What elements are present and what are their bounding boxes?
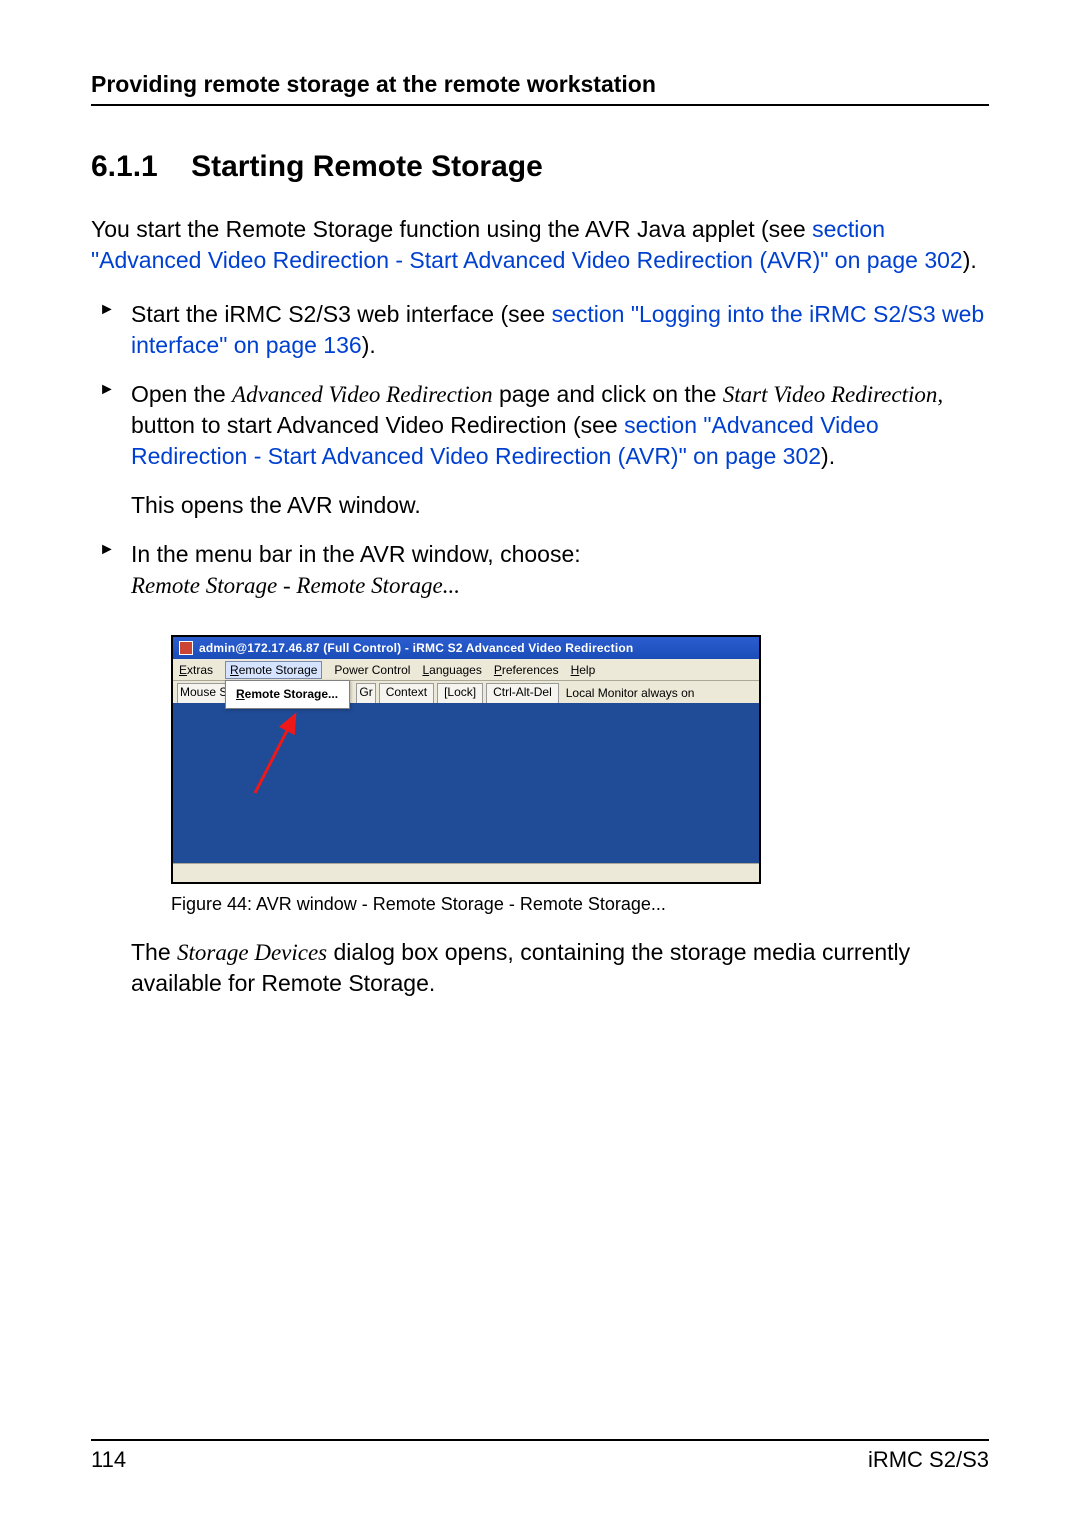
step-1: Start the iRMC S2/S3 web interface (see …: [91, 299, 989, 361]
btn-mouse-sync[interactable]: Mouse S: [177, 683, 230, 704]
btn-context[interactable]: Context: [379, 683, 434, 704]
avr-window-screenshot: admin@172.17.46.87 (Full Control) - iRMC…: [171, 635, 761, 884]
doc-identifier: iRMC S2/S3: [868, 1447, 989, 1473]
menu-remote-storage[interactable]: Remote Storage: [225, 661, 322, 679]
step2-text-3: button to start Advanced Video Redirecti…: [131, 412, 624, 438]
avr-status-bar: [173, 863, 759, 882]
menu-extras[interactable]: Extras: [179, 662, 213, 678]
step2-italic-1: Advanced Video Redirection: [232, 382, 493, 407]
step2-result: This opens the AVR window.: [131, 490, 989, 521]
avr-title-text: admin@172.17.46.87 (Full Control) - iRMC…: [199, 640, 633, 656]
page-footer: 114 iRMC S2/S3: [91, 1439, 989, 1473]
section-number: 6.1.1: [91, 150, 158, 183]
intro-paragraph: You start the Remote Storage function us…: [91, 214, 989, 276]
avr-titlebar: admin@172.17.46.87 (Full Control) - iRMC…: [173, 637, 759, 659]
step-3: In the menu bar in the AVR window, choos…: [91, 539, 989, 998]
page-number: 114: [91, 1447, 126, 1473]
section-heading: 6.1.1 Starting Remote Storage: [91, 150, 989, 184]
menu-help[interactable]: Help: [571, 662, 596, 678]
annotation-arrow-icon: [249, 709, 309, 799]
dropdown-remote-storage-item[interactable]: Remote Storage...: [226, 684, 349, 704]
running-head: Providing remote storage at the remote w…: [91, 71, 989, 106]
btn-gr[interactable]: Gr: [356, 683, 375, 704]
step3-text-1: In the menu bar in the AVR window, choos…: [131, 541, 581, 567]
menu-languages[interactable]: Languages: [422, 662, 481, 678]
step2-text-1: Open the: [131, 381, 232, 407]
step1-text-1: Start the iRMC S2/S3 web interface (see: [131, 301, 552, 327]
menu-power-control[interactable]: Power Control: [334, 662, 410, 678]
avr-menubar: Extras Remote Storage Power Control Lang…: [173, 659, 759, 681]
closing-paragraph: The Storage Devices dialog box opens, co…: [131, 937, 989, 999]
btn-ctrl-alt-del[interactable]: Ctrl-Alt-Del: [486, 683, 559, 704]
closing-text-1: The: [131, 939, 177, 965]
section-title: Starting Remote Storage: [191, 150, 543, 183]
step1-text-2: ).: [362, 332, 376, 358]
window-icon: [179, 641, 193, 655]
menu-preferences[interactable]: Preferences: [494, 662, 559, 678]
step3-menu-path: Remote Storage - Remote Storage...: [131, 573, 460, 598]
intro-text-2: ).: [963, 247, 977, 273]
btn-lock[interactable]: [Lock]: [437, 683, 483, 704]
label-local-monitor: Local Monitor always on: [562, 685, 695, 701]
remote-storage-dropdown: Remote Storage...: [225, 680, 350, 708]
figure-caption: Figure 44: AVR window - Remote Storage -…: [171, 892, 989, 916]
step-2: Open the Advanced Video Redirection page…: [91, 379, 989, 521]
intro-text-1: You start the Remote Storage function us…: [91, 216, 812, 242]
step2-text-2: page and click on the: [493, 381, 723, 407]
step2-italic-2: Start Video Redirection,: [723, 382, 943, 407]
step2-text-4: ).: [821, 443, 835, 469]
closing-italic: Storage Devices: [177, 940, 327, 965]
